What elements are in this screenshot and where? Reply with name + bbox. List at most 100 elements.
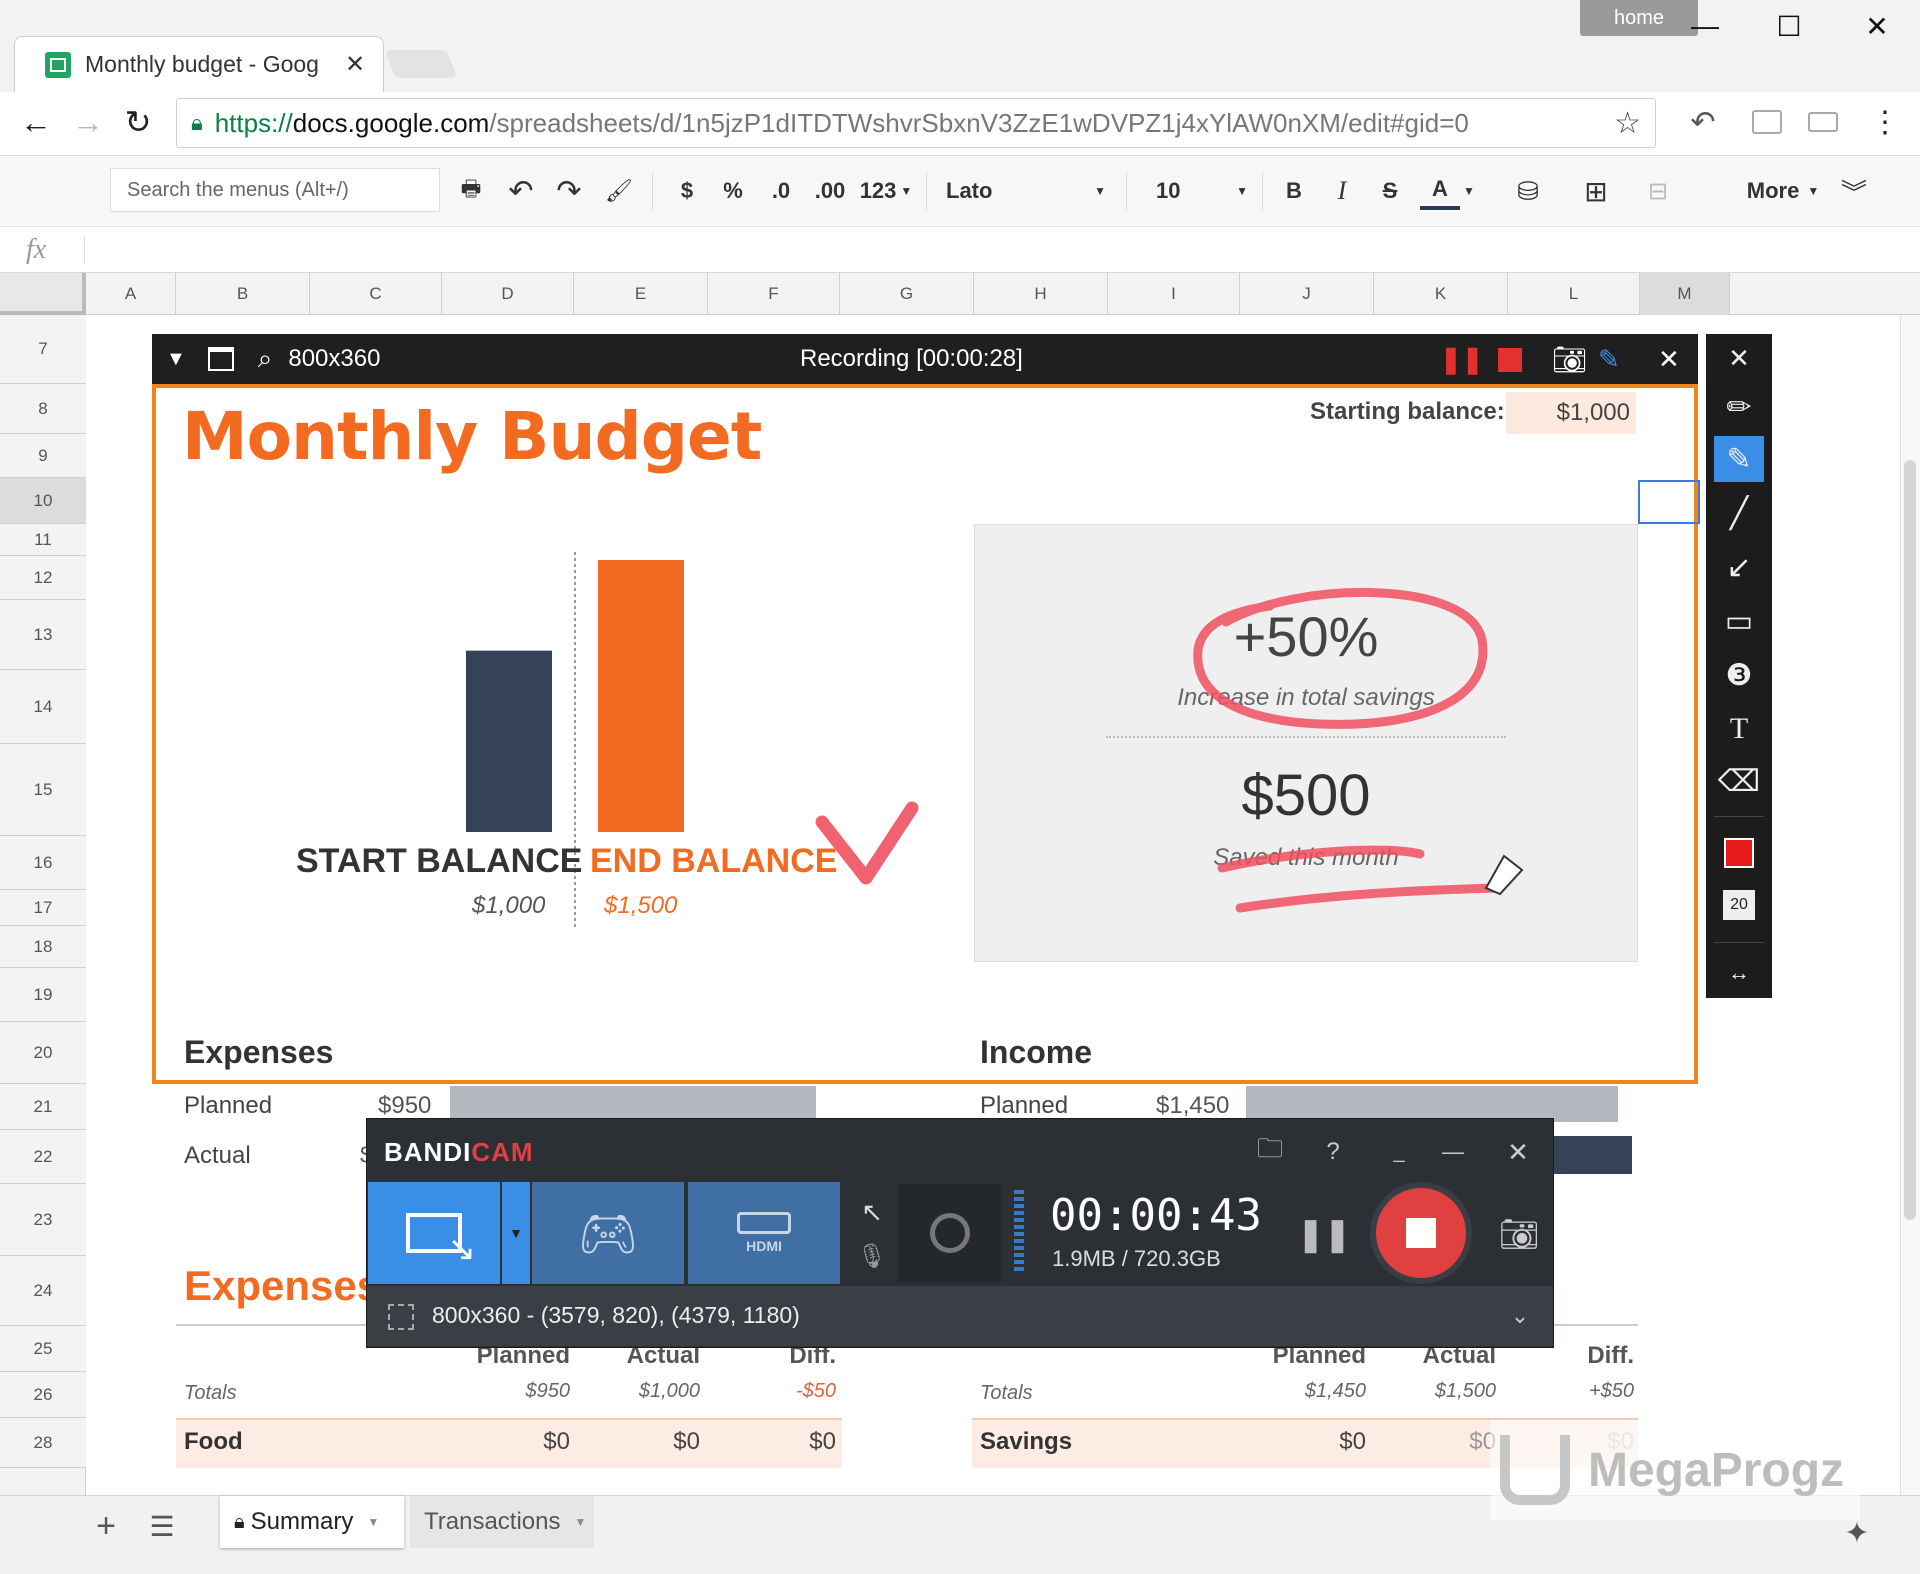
capture-screenshot-icon[interactable]: 📷︎ [1494,1210,1544,1258]
back-icon[interactable]: ← [16,100,56,144]
exp-row-planned[interactable]: $0 [450,1428,570,1456]
column-header-c[interactable]: C [310,273,442,315]
window-mode-icon[interactable] [207,347,234,371]
percent-format-button[interactable]: % [716,172,750,210]
chevron-down-icon[interactable]: ▼ [1462,172,1476,210]
column-header-a[interactable]: A [86,273,176,315]
browser-tab[interactable]: Monthly budget - Goog ✕ [14,36,384,92]
formula-bar[interactable] [0,227,1920,273]
forward-icon[interactable]: → [68,100,108,144]
column-header-g[interactable]: G [840,273,974,315]
selected-cell[interactable] [1638,480,1700,524]
row-header-21[interactable]: 21 [0,1084,86,1130]
row-header-7[interactable]: 7 [0,315,86,384]
column-header-d[interactable]: D [442,273,574,315]
inc-row-planned[interactable]: $0 [1246,1428,1366,1456]
zoom-icon[interactable]: ⌕ [258,343,273,375]
line-tool-icon[interactable]: ╱ [1714,490,1764,536]
sheet-tab-summary[interactable]: 🔒︎ Summary ▼ [220,1496,404,1548]
numbering-tool-icon[interactable]: ❸ [1714,652,1764,698]
url-field[interactable]: 🔒︎ https:// docs.google.com /spreadsheet… [176,98,1656,148]
inc-row-actual[interactable]: $0 [1376,1428,1496,1456]
region-select-icon[interactable] [388,1304,414,1330]
number-format-button[interactable]: 123 ▼ [858,172,914,210]
reload-icon[interactable]: ↻ [118,100,158,144]
cast-extension-icon[interactable] [1808,112,1838,132]
text-tool-icon[interactable]: T [1714,706,1764,752]
cursor-effect-icon[interactable]: ↖ [852,1192,892,1232]
row-header-14[interactable]: 14 [0,670,86,744]
close-tab-icon[interactable]: ✕ [345,50,365,79]
column-header-k[interactable]: K [1374,273,1508,315]
row-header-22[interactable]: 22 [0,1130,86,1184]
microphone-icon[interactable]: 🎙︎ [852,1236,892,1276]
column-header-h[interactable]: H [974,273,1108,315]
maximize-window-icon[interactable]: ☐ [1754,4,1824,48]
font-size-select[interactable]: 10 ▼ [1156,172,1248,210]
bookmark-star-icon[interactable]: ☆ [1614,106,1641,141]
all-sheets-icon[interactable]: ☰ [144,1506,180,1546]
undo-icon[interactable]: ↶ [502,172,540,210]
expand-chevron-icon[interactable]: ⌄ [1500,1298,1540,1334]
row-header-24[interactable]: 24 [0,1256,86,1326]
pen-size-button[interactable]: 20 [1714,882,1764,928]
minimize-window-icon[interactable]: — [1670,4,1740,48]
color-picker-button[interactable] [1714,830,1764,876]
increase-decimal-button[interactable]: .00 [810,172,850,210]
row-header-17[interactable]: 17 [0,890,86,926]
paint-format-icon[interactable]: 🖌︎ [600,172,638,210]
exp-row-diff[interactable]: $0 [710,1428,836,1456]
column-header-e[interactable]: E [574,273,708,315]
minimize-bandicam-icon[interactable]: — [1436,1132,1470,1172]
print-icon[interactable]: 🖶︎ [452,172,490,210]
row-header-25[interactable]: 25 [0,1326,86,1372]
currency-format-button[interactable]: $ [670,172,704,210]
highlighter-tool-icon[interactable]: ✎ [1714,436,1764,482]
strikethrough-button[interactable]: S [1372,172,1408,210]
help-button[interactable]: ? [1316,1132,1350,1172]
scrollbar-thumb[interactable] [1904,460,1916,1220]
row-header-16[interactable]: 16 [0,836,86,890]
row-header-28[interactable]: 28 [0,1418,86,1468]
row-header-9[interactable]: 9 [0,434,86,478]
pen-draw-icon[interactable]: ✎ [1598,344,1620,375]
row-header-18[interactable]: 18 [0,926,86,968]
close-recording-icon[interactable]: ✕ [1658,344,1680,375]
rectangle-tool-icon[interactable]: ▭ [1714,598,1764,644]
borders-icon[interactable]: ⊞ [1578,172,1614,210]
reply-extension-icon[interactable]: ↶ [1680,100,1726,144]
stop-record-button[interactable] [1370,1182,1472,1284]
webcam-button[interactable] [898,1184,1002,1282]
row-header-10[interactable]: 10 [0,478,86,524]
folder-icon[interactable]: 🗀 [1250,1132,1290,1172]
row-header-15[interactable]: 15 [0,744,86,836]
pencil-tool-icon[interactable]: ✏︎ [1714,384,1764,430]
font-family-select[interactable]: Lato ▼ [946,172,1106,210]
column-header-m[interactable]: M [1640,273,1730,315]
exp-row-label[interactable]: Food [184,1428,243,1456]
close-window-icon[interactable]: ✕ [1842,4,1912,48]
add-sheet-icon[interactable]: + [88,1506,124,1546]
arrow-tool-icon[interactable]: ↙ [1714,544,1764,590]
inc-row-label[interactable]: Savings [980,1428,1072,1456]
row-header-12[interactable]: 12 [0,556,86,600]
stop-recording-icon[interactable] [1498,348,1522,372]
dropdown-triangle-icon[interactable]: ▼ [166,348,186,371]
pause-button[interactable]: ❚❚ [1297,1212,1351,1256]
minimize-to-tray-icon[interactable]: _ [1382,1132,1416,1172]
merge-cells-icon[interactable]: ⊟ [1640,172,1676,210]
search-menus-input[interactable]: Search the menus (Alt+/) [110,168,440,212]
decrease-decimal-button[interactable]: .0 [764,172,798,210]
collapse-toolbar-icon[interactable]: ︾ [1836,172,1872,210]
bold-button[interactable]: B [1276,172,1312,210]
device-mode-button[interactable]: HDMI [688,1182,840,1284]
column-header-l[interactable]: L [1508,273,1640,315]
row-header-19[interactable]: 19 [0,968,86,1022]
text-color-button[interactable]: A [1420,172,1460,210]
column-header-f[interactable]: F [708,273,840,315]
row-header-8[interactable]: 8 [0,384,86,434]
extension-icon[interactable] [1752,110,1782,134]
row-header-23[interactable]: 23 [0,1184,86,1256]
fill-color-icon[interactable]: ⛁ [1508,172,1548,210]
mode-dropdown-icon[interactable]: ▼ [502,1182,530,1284]
